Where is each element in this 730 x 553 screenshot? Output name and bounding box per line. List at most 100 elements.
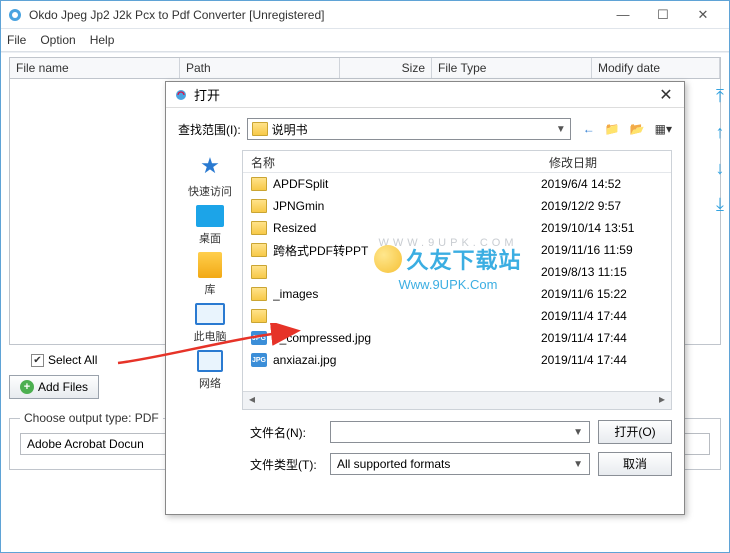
places-bar: ★ 快速访问 桌面 库 此电脑 网络 [178,150,242,410]
file-row[interactable]: APDFSplit2019/6/4 14:52 [243,173,671,195]
look-in-value: 说明书 [272,121,308,138]
jpg-icon: JPG [251,331,267,345]
col-filename[interactable]: File name [10,58,180,78]
folder-icon [251,199,267,213]
file-name: APDFSplit [273,177,541,191]
look-in-label: 查找范围(I): [178,121,241,138]
move-up-icon[interactable]: ↑ [709,121,730,143]
file-name: _images [273,287,541,301]
menu-option[interactable]: Option [40,33,75,47]
file-name: anxiazai.jpg [273,353,541,367]
fh-name[interactable]: 名称 [243,151,541,172]
dialog-title: 打开 [194,85,656,104]
filename-combo[interactable]: ▼ [330,421,590,443]
place-library[interactable]: 库 [181,252,239,297]
place-desktop[interactable]: 桌面 [181,205,239,246]
cancel-button[interactable]: 取消 [598,452,672,476]
menu-file[interactable]: File [7,33,26,47]
file-date: 2019/8/13 11:15 [541,265,663,279]
col-path[interactable]: Path [180,58,340,78]
chevron-down-icon: ▼ [556,124,566,135]
output-legend: Choose output type: PDF [20,411,163,425]
folder-icon [251,243,267,257]
move-down-icon[interactable]: ↓ [709,157,730,179]
look-in-combo[interactable]: 说明书 ▼ [247,118,571,140]
star-icon: ★ [194,152,226,180]
file-pane: 名称 修改日期 APDFSplit2019/6/4 14:52JPNGmin20… [242,150,672,410]
open-button[interactable]: 打开(O) [598,420,672,444]
window-title: Okdo Jpeg Jp2 J2k Pcx to Pdf Converter [… [29,8,603,22]
maximize-button[interactable]: ☐ [643,2,683,28]
place-network[interactable]: 网络 [181,350,239,391]
titlebar: Okdo Jpeg Jp2 J2k Pcx to Pdf Converter [… [1,1,729,29]
minimize-button[interactable]: — [603,2,643,28]
place-lib-label: 库 [205,281,216,297]
file-row[interactable]: _images2019/11/6 15:22 [243,283,671,305]
scroll-right-icon[interactable]: ▸ [653,392,671,409]
place-quick-label: 快速访问 [188,183,232,199]
place-quick-access[interactable]: ★ 快速访问 [181,152,239,199]
file-date: 2019/6/4 14:52 [541,177,663,191]
new-folder-icon[interactable]: 📂 [630,122,645,136]
view-menu-icon[interactable]: ▦▾ [655,122,672,136]
folder-icon [251,265,267,279]
file-date: 2019/11/4 17:44 [541,331,663,345]
file-date: 2019/11/6 15:22 [541,287,663,301]
dialog-close-icon[interactable]: ✕ [656,85,676,105]
col-modify[interactable]: Modify date [592,58,720,78]
file-row[interactable]: JPG1_compressed.jpg2019/11/4 17:44 [243,327,671,349]
checkbox-icon: ✔ [31,354,44,367]
filetype-label: 文件类型(T): [250,456,322,473]
file-row[interactable]: Resized2019/10/14 13:51 [243,217,671,239]
place-net-label: 网络 [199,375,221,391]
filetype-combo[interactable]: All supported formats ▼ [330,453,590,475]
file-date: 2019/11/16 11:59 [541,243,663,257]
chevron-down-icon: ▼ [573,427,583,438]
move-top-icon[interactable]: ⤒ [709,85,730,107]
file-list[interactable]: APDFSplit2019/6/4 14:52JPNGmin2019/12/2 … [243,173,671,391]
filetype-value: All supported formats [337,457,450,471]
col-filetype[interactable]: File Type [432,58,592,78]
select-all-label: Select All [48,353,97,367]
up-folder-icon[interactable]: 📁 [605,122,620,136]
folder-icon [251,221,267,235]
back-icon[interactable]: ← [583,122,595,136]
file-date: 2019/11/4 17:44 [541,353,663,367]
file-name: Resized [273,221,541,235]
file-row[interactable]: 跨格式PDF转PPT2019/11/16 11:59 [243,239,671,261]
place-this-pc[interactable]: 此电脑 [181,303,239,344]
fh-date[interactable]: 修改日期 [541,151,671,172]
scroll-left-icon[interactable]: ◂ [243,392,261,409]
close-button[interactable]: ✕ [683,2,723,28]
open-dialog: 打开 ✕ 查找范围(I): 说明书 ▼ ← 📁 📂 ▦▾ ★ 快速访问 [165,81,685,515]
folder-icon [251,177,267,191]
file-pane-header: 名称 修改日期 [243,151,671,173]
select-all-checkbox[interactable]: ✔ Select All [31,353,97,367]
plus-icon: + [20,380,34,394]
file-date: 2019/11/4 17:44 [541,309,663,323]
dialog-titlebar: 打开 ✕ [166,82,684,108]
file-row[interactable]: 2019/8/13 11:15 [243,261,671,283]
file-name: JPNGmin [273,199,541,213]
add-files-label: Add Files [38,380,88,394]
file-row[interactable]: JPNGmin2019/12/2 9:57 [243,195,671,217]
side-arrows: ⤒ ↑ ↓ ⤓ [709,85,730,215]
pc-icon [195,303,225,325]
filename-label: 文件名(N): [250,424,322,441]
app-icon [7,7,23,23]
col-size[interactable]: Size [340,58,432,78]
desktop-icon [196,205,224,227]
file-date: 2019/10/14 13:51 [541,221,663,235]
file-row[interactable]: 2019/11/4 17:44 [243,305,671,327]
library-icon [198,252,222,278]
move-bottom-icon[interactable]: ⤓ [709,193,730,215]
folder-icon [251,287,267,301]
folder-icon [251,309,267,323]
add-files-button[interactable]: + Add Files [9,375,99,399]
folder-icon [252,122,268,136]
jpg-icon: JPG [251,353,267,367]
file-name: 跨格式PDF转PPT [273,242,541,259]
horizontal-scrollbar[interactable]: ◂ ▸ [243,391,671,409]
file-row[interactable]: JPG anxiazai.jpg2019/11/4 17:44 [243,349,671,371]
menu-help[interactable]: Help [90,33,115,47]
